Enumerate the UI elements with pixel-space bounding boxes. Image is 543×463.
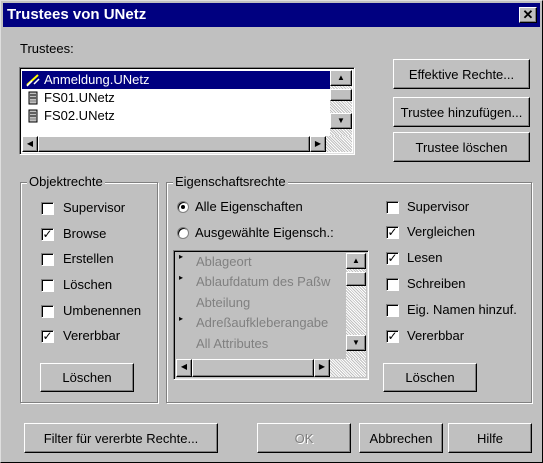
obj-supervisor-label: Supervisor — [63, 200, 126, 215]
obj-delete-label: Löschen — [63, 277, 113, 292]
all-properties-label: Alle Eigenschaften — [195, 199, 303, 214]
list-item[interactable]: Anmeldung.UNetz — [22, 71, 332, 89]
expand-icon: ▸ — [179, 273, 184, 282]
list-item[interactable]: FS02.UNetz — [22, 107, 332, 125]
obj-browse-label: Browse — [63, 226, 107, 241]
arrow-left-icon: ◀ — [26, 139, 34, 148]
arrow-up-icon: ▲ — [337, 73, 345, 82]
server-icon — [28, 109, 38, 123]
arrow-right-icon: ▶ — [314, 139, 322, 148]
scroll-up-button[interactable]: ▲ — [330, 70, 352, 86]
server-icon — [28, 91, 38, 105]
obj-create-label: Erstellen — [63, 251, 114, 266]
scroll-left-button[interactable]: ◀ — [176, 359, 192, 377]
arrow-down-icon: ▼ — [352, 338, 360, 347]
list-item[interactable]: Adreßaufkleberangabe — [196, 315, 328, 330]
list-item[interactable]: Ablageort — [196, 254, 252, 269]
obj-delete-checkbox[interactable] — [41, 279, 54, 292]
prop-supervisor-checkbox[interactable] — [386, 201, 399, 214]
window-title: Trustees von UNetz — [7, 6, 147, 23]
arrow-down-icon: ▼ — [337, 116, 345, 125]
obj-delete-button[interactable]: Löschen — [40, 363, 134, 392]
obj-browse-checkbox[interactable]: ✓ — [41, 228, 54, 241]
list-item[interactable]: Abteilung — [196, 295, 250, 310]
scroll-up-button[interactable]: ▲ — [346, 253, 366, 269]
arrow-up-icon: ▲ — [352, 256, 360, 265]
effective-rights-button[interactable]: Effektive Rechte... — [393, 59, 530, 89]
trustee-name: Anmeldung.UNetz — [44, 72, 150, 87]
login-script-icon — [26, 74, 40, 87]
list-item[interactable]: Ablaufdatum des Paßw — [196, 274, 330, 289]
trustee-name: FS02.UNetz — [44, 108, 115, 123]
property-rights-title: Eigenschaftsrechte — [173, 174, 288, 189]
prop-add-self-label: Eig. Namen hinzuf. — [407, 302, 517, 317]
obj-rename-checkbox[interactable] — [41, 305, 54, 318]
prop-inheritable-label: Vererbbar — [407, 328, 465, 343]
prop-supervisor-label: Supervisor — [407, 199, 470, 214]
prop-add-self-checkbox[interactable] — [386, 304, 399, 317]
selected-properties-radio[interactable] — [177, 227, 189, 239]
scroll-thumb[interactable] — [330, 89, 352, 101]
obj-supervisor-checkbox[interactable] — [41, 202, 54, 215]
scroll-down-button[interactable]: ▼ — [330, 113, 352, 129]
cancel-button[interactable]: Abbrechen — [359, 423, 443, 453]
close-button[interactable]: ✕ — [519, 7, 537, 23]
scroll-right-button[interactable]: ▶ — [314, 359, 330, 377]
scroll-left-button[interactable]: ◀ — [22, 136, 38, 152]
arrow-right-icon: ▶ — [318, 362, 326, 371]
all-properties-radio[interactable] — [177, 201, 189, 213]
obj-inheritable-label: Vererbbar — [63, 328, 121, 343]
obj-inheritable-checkbox[interactable]: ✓ — [41, 330, 54, 343]
help-button[interactable]: Hilfe — [448, 423, 532, 453]
scroll-down-button[interactable]: ▼ — [346, 335, 366, 351]
prop-write-checkbox[interactable] — [386, 278, 399, 291]
scroll-thumb[interactable] — [192, 359, 314, 377]
ok-button[interactable]: OK — [257, 423, 351, 453]
trustee-name: FS01.UNetz — [44, 90, 115, 105]
list-item[interactable]: All Attributes — [196, 336, 268, 351]
trustees-list[interactable]: Anmeldung.UNetz FS01.UNetz FS02.UNetz ▲ — [19, 67, 355, 155]
prop-compare-label: Vergleichen — [407, 224, 475, 239]
trustees-label: Trustees: — [20, 41, 74, 56]
properties-list[interactable]: Ablageort Ablaufdatum des Paßw Abteilung… — [173, 250, 369, 380]
prop-write-label: Schreiben — [407, 276, 466, 291]
scroll-thumb[interactable] — [38, 136, 310, 152]
delete-trustee-button[interactable]: Trustee löschen — [393, 132, 530, 162]
prop-compare-checkbox[interactable]: ✓ — [386, 226, 399, 239]
close-icon: ✕ — [522, 7, 534, 22]
scroll-right-button[interactable]: ▶ — [310, 136, 326, 152]
prop-inheritable-checkbox[interactable]: ✓ — [386, 330, 399, 343]
selected-properties-label: Ausgewählte Eigensch.: — [195, 225, 334, 240]
add-trustee-button[interactable]: Trustee hinzufügen... — [393, 97, 530, 127]
expand-icon: ▸ — [179, 314, 184, 323]
title-bar[interactable]: Trustees von UNetz ✕ — [3, 3, 540, 27]
prop-delete-button[interactable]: Löschen — [383, 363, 477, 392]
obj-create-checkbox[interactable] — [41, 253, 54, 266]
list-item[interactable]: FS01.UNetz — [22, 89, 332, 107]
inherited-rights-filter-button[interactable]: Filter für vererbte Rechte... — [24, 423, 218, 453]
arrow-left-icon: ◀ — [180, 362, 188, 371]
trustees-dialog: Trustees von UNetz ✕ Trustees: Anmeldung… — [0, 0, 543, 463]
prop-read-label: Lesen — [407, 250, 443, 265]
expand-icon: ▸ — [179, 252, 184, 261]
obj-rename-label: Umbenennen — [63, 303, 142, 318]
prop-read-checkbox[interactable]: ✓ — [386, 252, 399, 265]
object-rights-title: Objektrechte — [27, 174, 105, 189]
scroll-thumb[interactable] — [346, 272, 366, 286]
